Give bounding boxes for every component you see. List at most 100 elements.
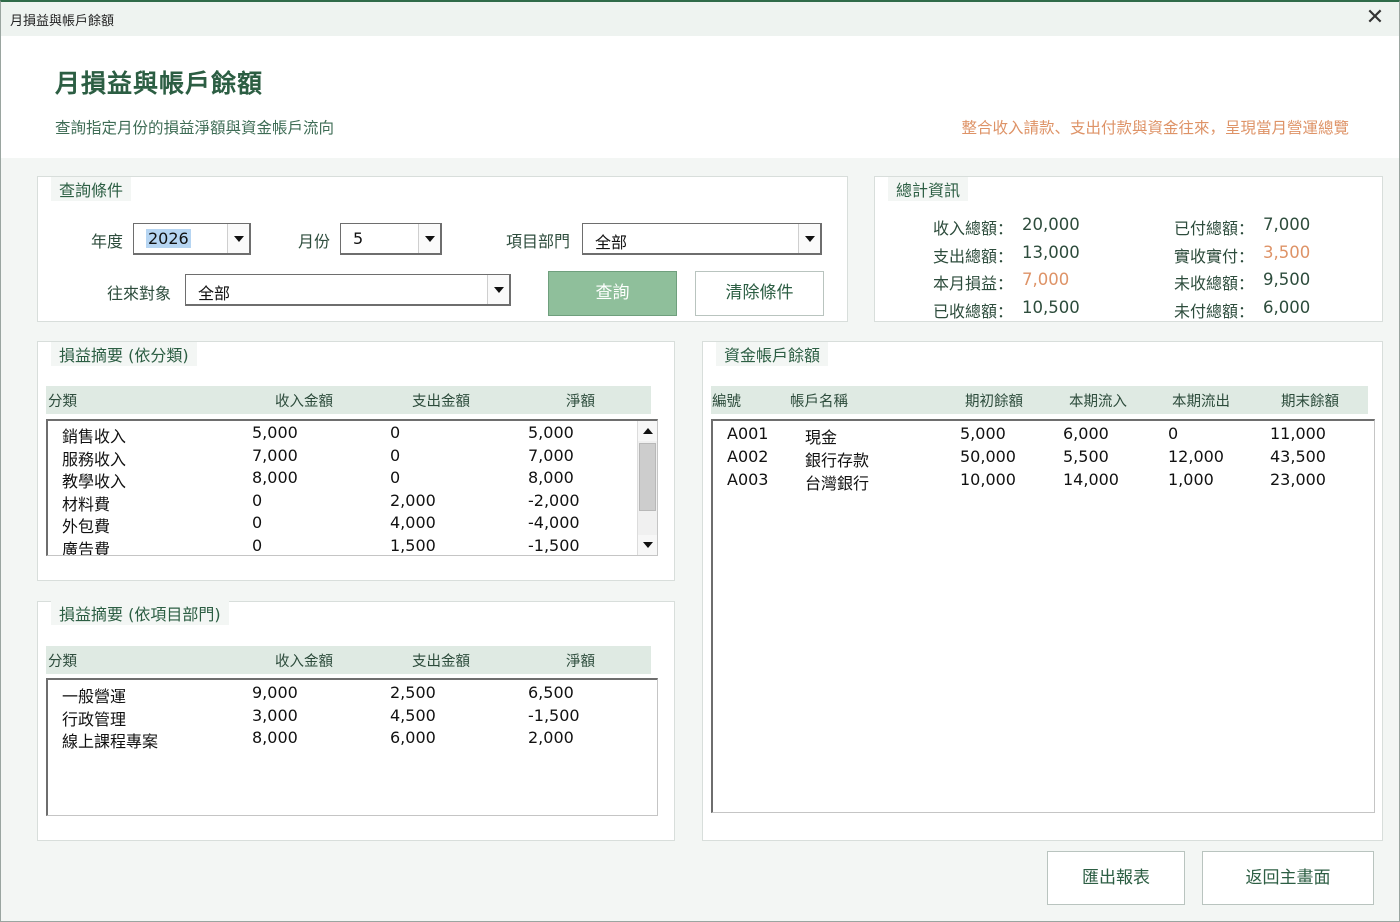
chevron-down-icon[interactable]	[798, 224, 820, 253]
list-item[interactable]: 一般營運 9,000 2,500 6,500	[48, 682, 657, 706]
table-cell: 14,000	[1063, 470, 1119, 489]
column-header: 支出金額	[412, 394, 470, 410]
column-header: 分類	[48, 654, 77, 670]
column-header: 收入金額	[275, 394, 333, 410]
page-tagline: 整合收入請款、支出付款與資金往來，呈現當月營運總覽	[961, 119, 1349, 137]
table-cell: 廣告費	[62, 539, 111, 556]
net-cash-label: 實收實付：	[1173, 247, 1254, 266]
year-value: 2026	[146, 229, 191, 248]
net-cash-value: 3,500	[1263, 243, 1311, 262]
header-banner: 月損益與帳戶餘額 查詢指定月份的損益淨額與資金帳戶流向 整合收入請款、支出付款與…	[1, 36, 1399, 158]
income-total-label: 收入總額：	[932, 219, 1013, 238]
table-cell: 0	[1168, 424, 1179, 443]
category-listbox[interactable]: 銷售收入 5,000 0 5,000 服務收入 7,000 0 7,000 教學收入 8,00…	[46, 419, 658, 556]
table-cell: -2,000	[528, 490, 580, 510]
column-header: 支出金額	[412, 654, 470, 670]
unpaid-total-value: 6,000	[1263, 298, 1311, 317]
received-total-value: 10,500	[1022, 298, 1080, 317]
table-cell: 4,000	[390, 513, 436, 532]
table-cell: 2,000	[528, 728, 574, 747]
column-header: 淨額	[566, 654, 595, 670]
list-item[interactable]: A001 現金 5,000 6,000 0 11,000	[713, 423, 1374, 447]
table-cell: 11,000	[1270, 424, 1326, 443]
column-header: 期初餘額	[965, 394, 1023, 410]
column-header: 期末餘額	[1281, 394, 1339, 410]
form-window: 月損益與帳戶餘額 ✕ 月損益與帳戶餘額 查詢指定月份的損益淨額與資金帳戶流向 整…	[0, 0, 1400, 922]
table-cell: 服務收入	[62, 449, 127, 469]
list-item[interactable]: 廣告費 0 1,500 -1,500	[48, 535, 657, 556]
scroll-thumb[interactable]	[639, 443, 656, 511]
dept-value: 全部	[595, 233, 628, 252]
table-cell: 一般營運	[62, 687, 127, 706]
column-header: 本期流出	[1172, 394, 1230, 410]
month-combobox[interactable]: 5	[340, 223, 442, 255]
table-cell: 行政管理	[62, 709, 127, 729]
table-cell: 0	[390, 445, 401, 465]
table-cell: 材料費	[62, 494, 111, 514]
scroll-down-icon[interactable]	[638, 535, 657, 555]
list-item[interactable]: A003 台灣銀行 10,000 14,000 1,000 23,000	[713, 469, 1374, 493]
column-header: 帳戶名稱	[790, 394, 848, 410]
table-cell: 8,000	[252, 728, 298, 747]
table-cell: 5,000	[960, 424, 1006, 443]
table-cell: 現金	[805, 428, 838, 447]
table-cell: 1,500	[390, 535, 436, 555]
year-label: 年度	[91, 232, 124, 251]
month-label: 月份	[298, 232, 331, 251]
party-combobox[interactable]: 全部	[185, 274, 511, 306]
table-cell: 6,500	[528, 683, 574, 702]
list-item[interactable]: 外包費 0 4,000 -4,000	[48, 512, 657, 536]
table-cell: 23,000	[1270, 470, 1326, 489]
column-header: 淨額	[566, 394, 595, 410]
chevron-down-icon[interactable]	[487, 275, 509, 304]
table-cell: A001	[727, 424, 769, 443]
vertical-scrollbar[interactable]	[637, 421, 657, 555]
received-total-label: 已收總額：	[932, 302, 1013, 321]
list-item[interactable]: 銷售收入 5,000 0 5,000	[48, 422, 657, 446]
accounts-table-header: 編號 帳戶名稱 期初餘額 本期流入 本期流出 期末餘額	[711, 386, 1368, 414]
window-title: 月損益與帳戶餘額	[10, 14, 115, 29]
table-cell: 7,000	[528, 445, 574, 465]
table-cell: 5,000	[528, 423, 574, 442]
accounts-listbox[interactable]: A001 現金 5,000 6,000 0 11,000 A002 銀行存款 50,000 5,…	[711, 419, 1375, 813]
scroll-up-icon[interactable]	[638, 421, 657, 441]
table-cell: 0	[390, 423, 401, 442]
back-to-main-button[interactable]: 返回主畫面	[1202, 851, 1374, 905]
export-report-button[interactable]: 匯出報表	[1047, 851, 1185, 905]
list-item[interactable]: 教學收入 8,000 0 8,000	[48, 467, 657, 491]
paid-total-value: 7,000	[1263, 215, 1311, 234]
chevron-down-icon[interactable]	[227, 224, 249, 253]
page-subtitle: 查詢指定月份的損益淨額與資金帳戶流向	[55, 119, 335, 137]
list-item[interactable]: A002 銀行存款 50,000 5,500 12,000 43,500	[713, 446, 1374, 470]
page-title: 月損益與帳戶餘額	[55, 69, 264, 98]
table-cell: -1,500	[528, 535, 580, 555]
table-cell: 銀行存款	[805, 451, 870, 470]
list-item[interactable]: 材料費 0 2,000 -2,000	[48, 490, 657, 514]
list-item[interactable]: 服務收入 7,000 0 7,000	[48, 445, 657, 469]
table-cell: 2,000	[390, 490, 436, 510]
year-combobox[interactable]: 2026	[133, 223, 251, 255]
expense-total-label: 支出總額：	[932, 247, 1013, 266]
income-total-value: 20,000	[1022, 215, 1080, 234]
list-item[interactable]: 線上課程專案 8,000 6,000 2,000	[48, 727, 657, 751]
chevron-down-icon[interactable]	[418, 224, 440, 253]
table-cell: 0	[252, 490, 263, 510]
title-bar: 月損益與帳戶餘額 ✕	[1, 2, 1399, 36]
paid-total-label: 已付總額：	[1173, 219, 1254, 238]
close-icon[interactable]: ✕	[1363, 5, 1387, 31]
table-cell: 0	[252, 535, 263, 555]
search-button[interactable]: 查詢	[548, 271, 677, 316]
table-cell: 3,000	[252, 705, 298, 725]
dept-combobox[interactable]: 全部	[582, 223, 822, 255]
department-table-header: 分類 收入金額 支出金額 淨額	[46, 646, 651, 674]
accounts-frame-label: 資金帳戶餘額	[716, 342, 829, 366]
table-cell: 6,000	[390, 728, 436, 747]
unreceived-total-value: 9,500	[1263, 270, 1311, 289]
department-listbox[interactable]: 一般營運 9,000 2,500 6,500 行政管理 3,000 4,500 -1,500…	[46, 678, 658, 816]
clear-button[interactable]: 清除條件	[695, 271, 824, 316]
table-cell: 教學收入	[62, 472, 127, 491]
column-header: 本期流入	[1069, 394, 1127, 410]
table-cell: 7,000	[252, 445, 298, 465]
list-item[interactable]: 行政管理 3,000 4,500 -1,500	[48, 705, 657, 729]
table-cell: A002	[727, 447, 769, 466]
